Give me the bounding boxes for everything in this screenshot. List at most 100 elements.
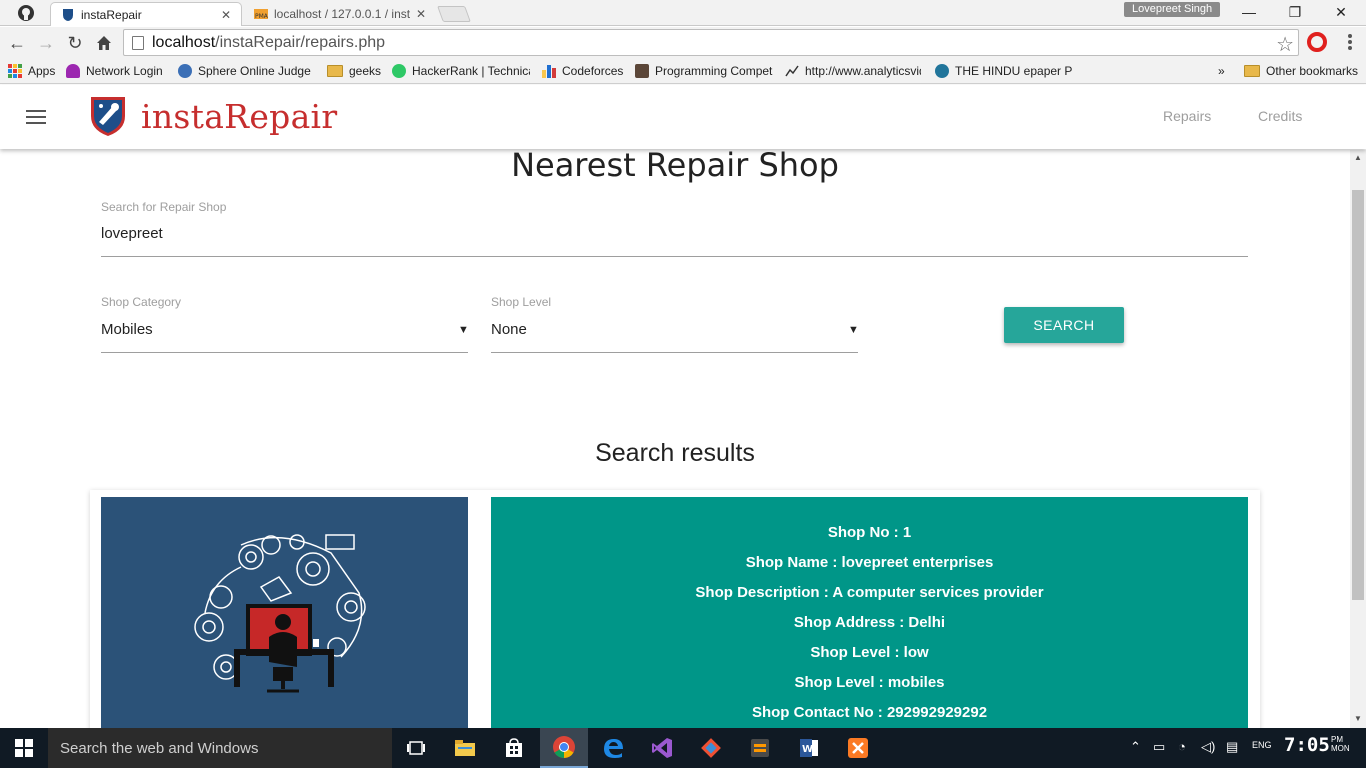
file-explorer-icon[interactable] xyxy=(441,728,489,768)
level-dropdown-caret-icon[interactable]: ▼ xyxy=(848,324,859,336)
wordpress-icon xyxy=(935,64,949,78)
category-field-label: Shop Category xyxy=(101,295,182,309)
phpmyadmin-favicon-icon: PMA xyxy=(254,7,269,21)
reload-icon[interactable]: ↻ xyxy=(63,31,87,55)
notifications-icon[interactable]: ▤ xyxy=(1226,739,1238,755)
shop-category: Shop Level : mobiles xyxy=(794,674,945,691)
page-scrollbar[interactable]: ▲ ▼ xyxy=(1350,150,1366,728)
svg-text:W: W xyxy=(802,744,813,755)
battery-icon[interactable]: ▭ xyxy=(1153,739,1165,755)
close-window-icon[interactable]: ✕ xyxy=(1318,0,1364,24)
scroll-up-arrow-icon[interactable]: ▲ xyxy=(1354,153,1362,162)
git-gui-icon[interactable] xyxy=(687,728,735,768)
folder-icon xyxy=(1244,65,1260,77)
bookmark-apps[interactable]: Apps xyxy=(8,62,55,80)
tab-instarepair[interactable]: instaRepair ✕ xyxy=(50,2,242,26)
chrome-taskbar-icon[interactable] xyxy=(540,728,588,768)
instarepair-logo-icon[interactable] xyxy=(87,94,129,138)
show-hidden-icons-icon[interactable]: ⌃ xyxy=(1130,739,1141,755)
level-select[interactable]: None xyxy=(491,321,858,338)
scrollbar-thumb[interactable] xyxy=(1352,190,1364,600)
bookmark-analyticsvidhya[interactable]: http://www.analyticsvidhya xyxy=(785,62,921,80)
restore-icon[interactable]: ❐ xyxy=(1272,0,1318,24)
bookmark-the-hindu[interactable]: THE HINDU epaper PDF xyxy=(935,62,1073,80)
nav-repairs-link[interactable]: Repairs xyxy=(1163,108,1211,124)
tab-phpmyadmin[interactable]: PMA localhost / 127.0.0.1 / inst ✕ xyxy=(244,2,436,26)
address-bar[interactable]: localhost/instaRepair/repairs.php ☆ xyxy=(123,29,1299,56)
apps-grid-icon xyxy=(8,64,22,78)
xampp-icon[interactable] xyxy=(834,728,882,768)
bookmark-other-bookmarks[interactable]: Other bookmarks xyxy=(1244,62,1358,80)
bookmark-star-icon[interactable]: ☆ xyxy=(1276,32,1294,57)
close-tab-icon[interactable]: ✕ xyxy=(221,8,231,22)
tab-title: localhost / 127.0.0.1 / inst xyxy=(274,7,410,21)
category-select[interactable]: Mobiles xyxy=(101,321,468,338)
browser-toolbar: ← → ↻ localhost/instaRepair/repairs.php … xyxy=(0,27,1366,58)
instarepair-favicon-icon xyxy=(61,8,75,22)
browser-tab-strip: instaRepair ✕ PMA localhost / 127.0.0.1 … xyxy=(0,0,1366,26)
bookmark-codechef[interactable]: Programming Competitions xyxy=(635,62,773,80)
tab-title: instaRepair xyxy=(81,7,142,22)
shop-number: Shop No : 1 xyxy=(827,524,912,541)
page-icon xyxy=(132,35,144,50)
search-input-underline xyxy=(101,256,1248,257)
visual-studio-icon[interactable] xyxy=(638,728,686,768)
shop-contact: Shop Contact No : 292992929292 xyxy=(751,704,988,721)
search-input[interactable]: lovepreet xyxy=(101,225,1248,242)
level-field-label: Shop Level xyxy=(491,295,552,309)
word-icon[interactable]: W xyxy=(785,728,833,768)
app-navbar: instaRepair Repairs Credits xyxy=(0,85,1366,149)
umbrella-icon xyxy=(66,64,80,78)
bookmarks-overflow-button[interactable]: » xyxy=(1218,62,1225,80)
github-icon[interactable] xyxy=(12,4,40,22)
result-card: Shop No : 1 Shop Name : lovepreet enterp… xyxy=(90,490,1260,728)
home-icon[interactable] xyxy=(92,31,116,55)
wifi-icon[interactable]: ◔ xyxy=(1178,739,1186,754)
level-select-underline xyxy=(491,352,858,353)
store-icon[interactable] xyxy=(490,728,538,768)
category-dropdown-caret-icon[interactable]: ▼ xyxy=(458,324,469,336)
result-info-panel: Shop No : 1 Shop Name : lovepreet enterp… xyxy=(491,497,1248,728)
bookmark-geeks[interactable]: geeks xyxy=(327,62,381,80)
edge-icon[interactable] xyxy=(589,728,637,768)
shop-level: Shop Level : low xyxy=(810,644,929,661)
bookmark-spoj[interactable]: Sphere Online Judge (SPOJ) xyxy=(178,62,314,80)
shop-name: Shop Name : lovepreet enterprises xyxy=(745,554,994,571)
minimize-icon[interactable]: — xyxy=(1226,0,1272,24)
shop-address: Shop Address : Delhi xyxy=(793,614,946,631)
language-indicator[interactable]: ENG xyxy=(1252,740,1272,750)
windows-start-icon[interactable] xyxy=(0,728,48,768)
new-tab-button[interactable] xyxy=(437,6,471,22)
bookmark-network-login[interactable]: Network Login xyxy=(66,62,170,80)
page-content: Nearest Repair Shop Search for Repair Sh… xyxy=(0,150,1350,728)
url-text: localhost/instaRepair/repairs.php xyxy=(152,33,386,51)
nav-credits-link[interactable]: Credits xyxy=(1258,108,1302,124)
chrome-menu-icon[interactable] xyxy=(1340,32,1360,52)
page-title: Nearest Repair Shop xyxy=(511,150,839,184)
bookmark-hackerrank[interactable]: HackerRank | Technical xyxy=(392,62,530,80)
codeforces-icon xyxy=(542,64,556,78)
svg-text:PMA: PMA xyxy=(255,13,268,20)
close-tab-icon[interactable]: ✕ xyxy=(416,7,426,21)
repair-illustration-image xyxy=(101,497,468,728)
task-view-icon[interactable] xyxy=(392,728,440,768)
bookmarks-bar: Apps Network Login Sphere Online Judge (… xyxy=(0,58,1366,84)
volume-icon[interactable]: ◁) xyxy=(1201,739,1215,755)
sublime-text-icon[interactable] xyxy=(736,728,784,768)
trend-chart-icon xyxy=(785,64,799,78)
opera-extension-icon[interactable] xyxy=(1307,32,1327,52)
forward-arrow-icon[interactable]: → xyxy=(34,31,58,55)
hackerrank-icon xyxy=(392,64,406,78)
back-arrow-icon[interactable]: ← xyxy=(5,31,29,55)
bookmark-codeforces[interactable]: Codeforces xyxy=(542,62,623,80)
windows-taskbar: Search the web and Windows W ⌃ ▭ ◔ ◁) ▤ … xyxy=(0,728,1366,768)
brand-name[interactable]: instaRepair xyxy=(141,97,337,136)
scroll-down-arrow-icon[interactable]: ▼ xyxy=(1354,714,1362,723)
spoj-icon xyxy=(178,64,192,78)
profile-name-chip[interactable]: Lovepreet Singh xyxy=(1124,2,1221,17)
folder-icon xyxy=(327,65,343,77)
taskbar-search-box[interactable]: Search the web and Windows xyxy=(48,728,392,768)
search-button[interactable]: SEARCH xyxy=(1004,307,1124,343)
hamburger-menu-icon[interactable] xyxy=(26,110,46,124)
taskbar-clock[interactable]: 7:05 xyxy=(1284,734,1330,756)
